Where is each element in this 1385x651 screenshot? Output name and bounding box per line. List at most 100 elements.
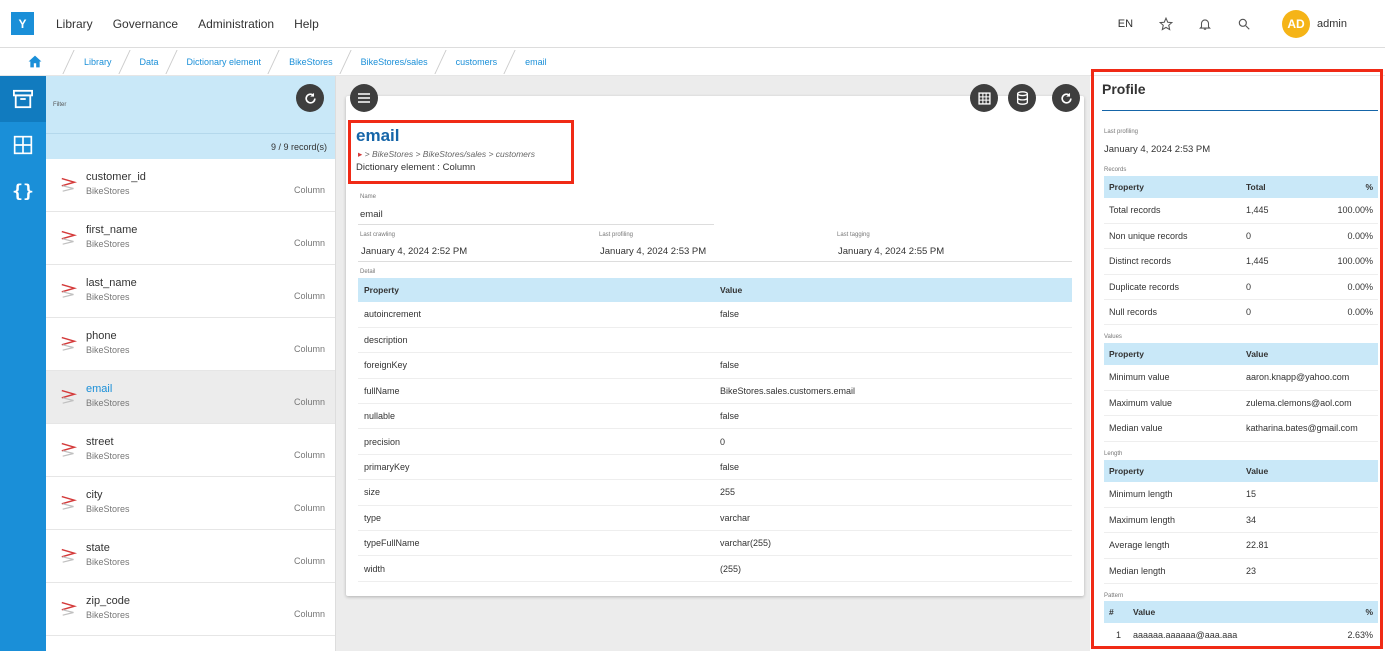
list-item-type: Column	[293, 344, 325, 354]
list-item-street[interactable]: street BikeStores Column	[46, 424, 335, 477]
profile-panel: Profile Last profiling January 4, 2024 2…	[1090, 69, 1385, 651]
detail-table-cell: width	[358, 555, 714, 582]
pattern-table-cell: 1	[1104, 623, 1128, 649]
detail-table-row: typeFullName varchar(255)	[358, 530, 1072, 557]
list-refresh-button[interactable]	[296, 84, 324, 112]
detail-table: Property Value autoincrement false descrip…	[358, 278, 1072, 582]
menu-button[interactable]	[350, 84, 378, 112]
dictionary-column-icon	[60, 599, 78, 617]
last-tagging-value: January 4, 2024 2:55 PM	[838, 246, 945, 257]
records-table-cell: 0.00%	[1318, 274, 1378, 301]
length-label: Length	[1104, 451, 1123, 457]
records-table-row: Duplicate records 0 0.00%	[1104, 274, 1378, 301]
crumb-library[interactable]: Library	[70, 48, 126, 76]
values-col-property: Property	[1104, 343, 1241, 365]
length-table-cell: 15	[1241, 482, 1378, 508]
crumb-email[interactable]: email	[511, 48, 561, 76]
detail-table-row: fullName BikeStores.sales.customers.email	[358, 378, 1072, 405]
nav-archive[interactable]	[0, 76, 46, 122]
menu-library[interactable]: Library	[56, 17, 93, 31]
last-crawling-label: Last crawling	[360, 232, 396, 238]
values-table: Property Value Minimum value aaron.knapp@…	[1104, 343, 1378, 442]
dictionary-column-icon	[60, 440, 78, 458]
records-table-row: Null records 0 0.00%	[1104, 299, 1378, 326]
list-item-type: Column	[293, 291, 325, 301]
list-item-customer-id[interactable]: customer_id BikeStores Column	[46, 159, 335, 212]
app-logo[interactable]: Y	[11, 12, 34, 35]
detail-table-row: autoincrement false	[358, 302, 1072, 328]
last-profiling-value: January 4, 2024 2:53 PM	[600, 246, 707, 257]
values-table-cell: Maximum value	[1104, 390, 1241, 417]
username[interactable]: admin	[1317, 18, 1347, 30]
detail-table-cell: foreignKey	[358, 352, 714, 379]
list-item-state[interactable]: state BikeStores Column	[46, 530, 335, 583]
records-label: Records	[1104, 167, 1127, 173]
col-value: Value	[714, 278, 1072, 302]
records-table-row: Non unique records 0 0.00%	[1104, 223, 1378, 250]
list-item-first-name[interactable]: first_name BikeStores Column	[46, 212, 335, 265]
list-item-name: state	[86, 542, 110, 554]
records-table-cell: Distinct records	[1104, 248, 1241, 275]
values-table-cell: Median value	[1104, 415, 1241, 442]
list-item-name: last_name	[86, 277, 137, 289]
dictionary-column-icon	[60, 387, 78, 405]
nav-braces[interactable]: {}	[0, 168, 46, 214]
list-item-city[interactable]: city BikeStores Column	[46, 477, 335, 530]
star-icon[interactable]	[1159, 17, 1174, 31]
list-item-email[interactable]: email BikeStores Column	[46, 371, 335, 424]
menu-help[interactable]: Help	[294, 17, 319, 31]
list-item-source: BikeStores	[86, 345, 130, 355]
detail-table-row: width (255)	[358, 555, 1072, 582]
home-icon[interactable]	[0, 55, 70, 68]
detail-refresh-button[interactable]	[1052, 84, 1080, 112]
detail-label: Detail	[360, 269, 376, 275]
element-title: email	[356, 126, 400, 145]
table-view-button[interactable]	[970, 84, 998, 112]
values-table-cell: Minimum value	[1104, 365, 1241, 391]
length-table-cell: Maximum length	[1104, 507, 1241, 534]
filter-box[interactable]: Filter	[46, 76, 335, 133]
crumb-dictionary-element[interactable]: Dictionary element	[173, 48, 276, 76]
menu-governance[interactable]: Governance	[113, 17, 178, 31]
detail-table-cell: fullName	[358, 378, 714, 405]
detail-table-cell: precision	[358, 428, 714, 455]
dictionary-icon: ▸	[358, 149, 363, 159]
name-underline	[358, 224, 714, 225]
list-item-last-name[interactable]: last_name BikeStores Column	[46, 265, 335, 318]
language-selector[interactable]: EN	[1118, 18, 1133, 30]
dates-underline	[358, 261, 1072, 262]
archive-icon	[13, 89, 33, 109]
detail-table-cell: primaryKey	[358, 454, 714, 481]
detail-table-cell: description	[358, 327, 714, 354]
detail-table-row: primaryKey false	[358, 454, 1072, 481]
list-item-type: Column	[293, 556, 325, 566]
list-item-source: BikeStores	[86, 292, 130, 302]
detail-table-cell: type	[358, 505, 714, 532]
list-item-phone[interactable]: phone BikeStores Column	[46, 318, 335, 371]
pattern-label: Pattern	[1104, 593, 1124, 599]
filter-label: Filter	[53, 102, 67, 108]
crumb-customers[interactable]: customers	[442, 48, 512, 76]
table-icon	[977, 91, 991, 105]
length-col-value: Value	[1241, 460, 1378, 482]
avatar[interactable]: AD	[1282, 10, 1311, 38]
records-table-cell: Null records	[1104, 299, 1241, 326]
menu-administration[interactable]: Administration	[198, 17, 274, 31]
nav-grid[interactable]	[0, 122, 46, 168]
bell-icon[interactable]	[1198, 17, 1212, 31]
name-label: Name	[360, 194, 377, 200]
crumb-bikestores-sales[interactable]: BikeStores/sales	[347, 48, 442, 76]
list-item-zip-code[interactable]: zip_code BikeStores Column	[46, 583, 335, 636]
records-table-cell: 100.00%	[1318, 248, 1378, 275]
length-table-row: Average length 22.81	[1104, 532, 1378, 559]
crumb-bikestores[interactable]: BikeStores	[275, 48, 347, 76]
pattern-table-cell: 2.63%	[1318, 623, 1378, 649]
values-table-cell: zulema.clemons@aol.com	[1241, 390, 1378, 417]
database-button[interactable]	[1008, 84, 1036, 112]
values-table-row: Minimum value aaron.knapp@yahoo.com	[1104, 365, 1378, 391]
main-menu: Library Governance Administration Help	[45, 17, 328, 31]
last-profiling-label: Last profiling	[599, 232, 634, 238]
profile-last-profiling-value: January 4, 2024 2:53 PM	[1104, 144, 1211, 155]
length-table: Property Value Minimum length 15 Maximum l…	[1104, 460, 1378, 585]
search-icon[interactable]	[1237, 17, 1251, 31]
